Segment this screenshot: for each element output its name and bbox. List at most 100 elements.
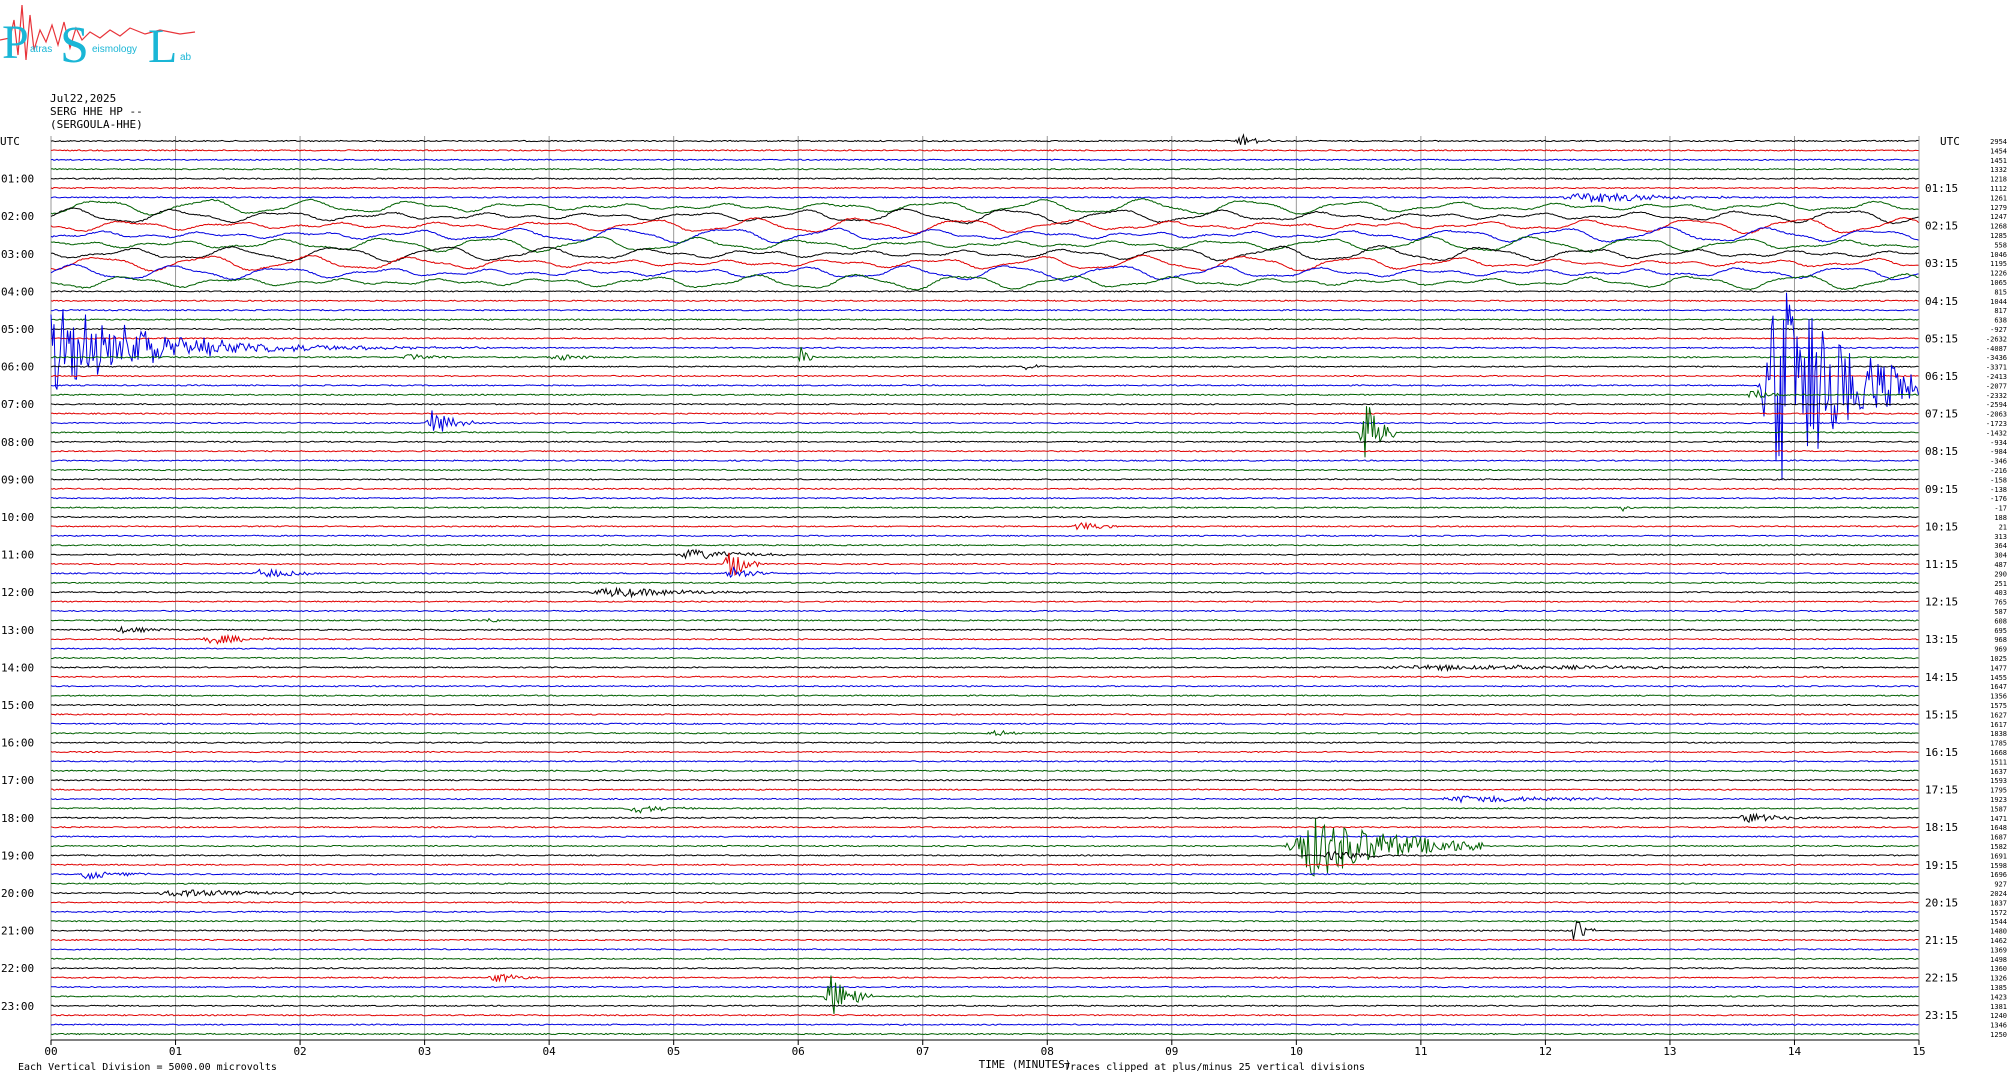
trace-row-34	[50, 459, 1919, 462]
right-offset-value: 1195	[1990, 260, 2007, 268]
right-hour-label: 15:15	[1925, 708, 1958, 721]
right-hour-label: 08:15	[1925, 445, 1958, 458]
left-hour-label: 06:00	[1, 361, 34, 374]
trace-row-17	[50, 299, 1919, 303]
right-offset-value: 1617	[1990, 721, 2007, 729]
trace-row-46	[50, 566, 1919, 579]
right-offset-value: -4087	[1986, 345, 2007, 353]
left-hour-label: 09:00	[1, 473, 34, 486]
trace-row-90	[51, 985, 1919, 989]
right-offset-value: -216	[1990, 467, 2007, 475]
trace-row-28	[50, 402, 1919, 406]
trace-row-22	[50, 309, 1919, 390]
left-hour-label: 20:00	[1, 887, 34, 900]
trace-row-79	[50, 882, 1919, 885]
trace-row-52	[50, 625, 1919, 635]
right-hour-label: 11:15	[1925, 558, 1958, 571]
left-hour-label: 14:00	[1, 661, 34, 674]
right-offset-value: 1261	[1990, 194, 2007, 202]
right-hour-label: 05:15	[1925, 332, 1958, 345]
right-offset-value: 1637	[1990, 768, 2007, 776]
right-offset-value: 817	[1994, 307, 2007, 315]
left-hour-label: 07:00	[1, 398, 34, 411]
trace-row-56	[50, 663, 1919, 673]
right-offset-value: -2063	[1986, 411, 2007, 419]
right-offset-value: 1471	[1990, 815, 2007, 823]
right-offset-value: 1511	[1990, 758, 2007, 766]
minute-gridlines	[50, 136, 1920, 1040]
right-hour-label: 18:15	[1925, 821, 1958, 834]
trace-row-13	[50, 254, 1919, 272]
right-offset-value: 290	[1994, 570, 2007, 578]
trace-row-38	[51, 496, 1919, 500]
left-hour-label: 15:00	[1, 699, 34, 712]
left-hour-label: 21:00	[1, 925, 34, 938]
right-offset-value: 487	[1994, 561, 2007, 569]
right-offset-value: 1691	[1990, 852, 2007, 860]
right-offset-value: 1423	[1990, 993, 2007, 1001]
right-offset-value: 1385	[1990, 984, 2007, 992]
right-offset-value: -1432	[1986, 429, 2007, 437]
trace-row-74	[50, 835, 1919, 838]
right-offset-value: 1696	[1990, 871, 2007, 879]
x-tick-label: 06	[792, 1045, 805, 1058]
left-hour-label: 04:00	[1, 285, 34, 298]
right-offset-value: 1046	[1990, 251, 2007, 259]
trace-row-66	[50, 760, 1919, 763]
right-offset-value: 364	[1994, 542, 2007, 550]
left-hour-label: 01:00	[1, 173, 34, 186]
x-tick-label: 07	[916, 1045, 929, 1058]
trace-row-20	[50, 327, 1919, 331]
right-offset-value: 313	[1994, 533, 2007, 541]
x-tick-label: 04	[543, 1045, 557, 1058]
x-tick-label: 00	[44, 1045, 57, 1058]
right-offset-value: 1837	[1990, 899, 2007, 907]
right-offset-value: 1454	[1990, 147, 2007, 155]
trace-row-41	[50, 521, 1919, 531]
trace-row-19	[50, 318, 1919, 321]
trace-row-69	[50, 788, 1919, 791]
right-offset-value: 1285	[1990, 232, 2007, 240]
trace-row-70	[50, 794, 1919, 804]
right-offset-value: 1598	[1990, 862, 2007, 870]
right-offset-value: -984	[1990, 448, 2007, 456]
right-offset-value: 2024	[1990, 890, 2007, 898]
trace-row-77	[50, 863, 1919, 867]
trace-row-2	[50, 158, 1919, 162]
left-hour-label: 23:00	[1, 1000, 34, 1013]
right-offset-value: -2413	[1986, 373, 2007, 381]
right-offset-value: 251	[1994, 580, 2007, 588]
right-offset-value: 815	[1994, 288, 2007, 296]
right-offset-value: 1582	[1990, 843, 2007, 851]
right-offset-value: 1462	[1990, 937, 2007, 945]
trace-row-81	[50, 901, 1919, 904]
trace-row-95	[50, 1032, 1919, 1036]
right-offset-value: -1723	[1986, 420, 2007, 428]
scale-note: Each Vertical Division = 5000.00 microvo…	[18, 1062, 277, 1073]
right-offset-value: -3371	[1986, 364, 2007, 372]
left-hour-label: 12:00	[1, 586, 34, 599]
right-offset-value: 1593	[1990, 777, 2007, 785]
right-offset-value: 1360	[1990, 965, 2007, 973]
right-offset-value: -158	[1990, 476, 2007, 484]
left-hour-label: 10:00	[1, 511, 34, 524]
right-offset-value: 608	[1994, 617, 2007, 625]
right-offset-value: 1247	[1990, 213, 2007, 221]
trace-row-24	[50, 363, 1919, 371]
right-offset-value: 403	[1994, 589, 2007, 597]
trace-row-35	[50, 468, 1919, 472]
right-offset-value: 1838	[1990, 730, 2007, 738]
trace-row-76	[50, 850, 1919, 861]
right-offset-value: 1332	[1990, 166, 2007, 174]
x-tick-label: 11	[1414, 1045, 1427, 1058]
right-offset-value: 695	[1994, 627, 2007, 635]
right-offset-value: 1240	[1990, 1012, 2007, 1020]
right-offset-value: 1587	[1990, 805, 2007, 813]
trace-row-1	[50, 149, 1919, 152]
trace-row-45	[50, 552, 1919, 577]
trace-row-3	[50, 167, 1919, 171]
right-offset-value: -2332	[1986, 392, 2007, 400]
right-hour-label: 01:15	[1925, 182, 1958, 195]
trace-row-0	[50, 133, 1919, 146]
right-hour-label: 23:15	[1925, 1009, 1958, 1022]
